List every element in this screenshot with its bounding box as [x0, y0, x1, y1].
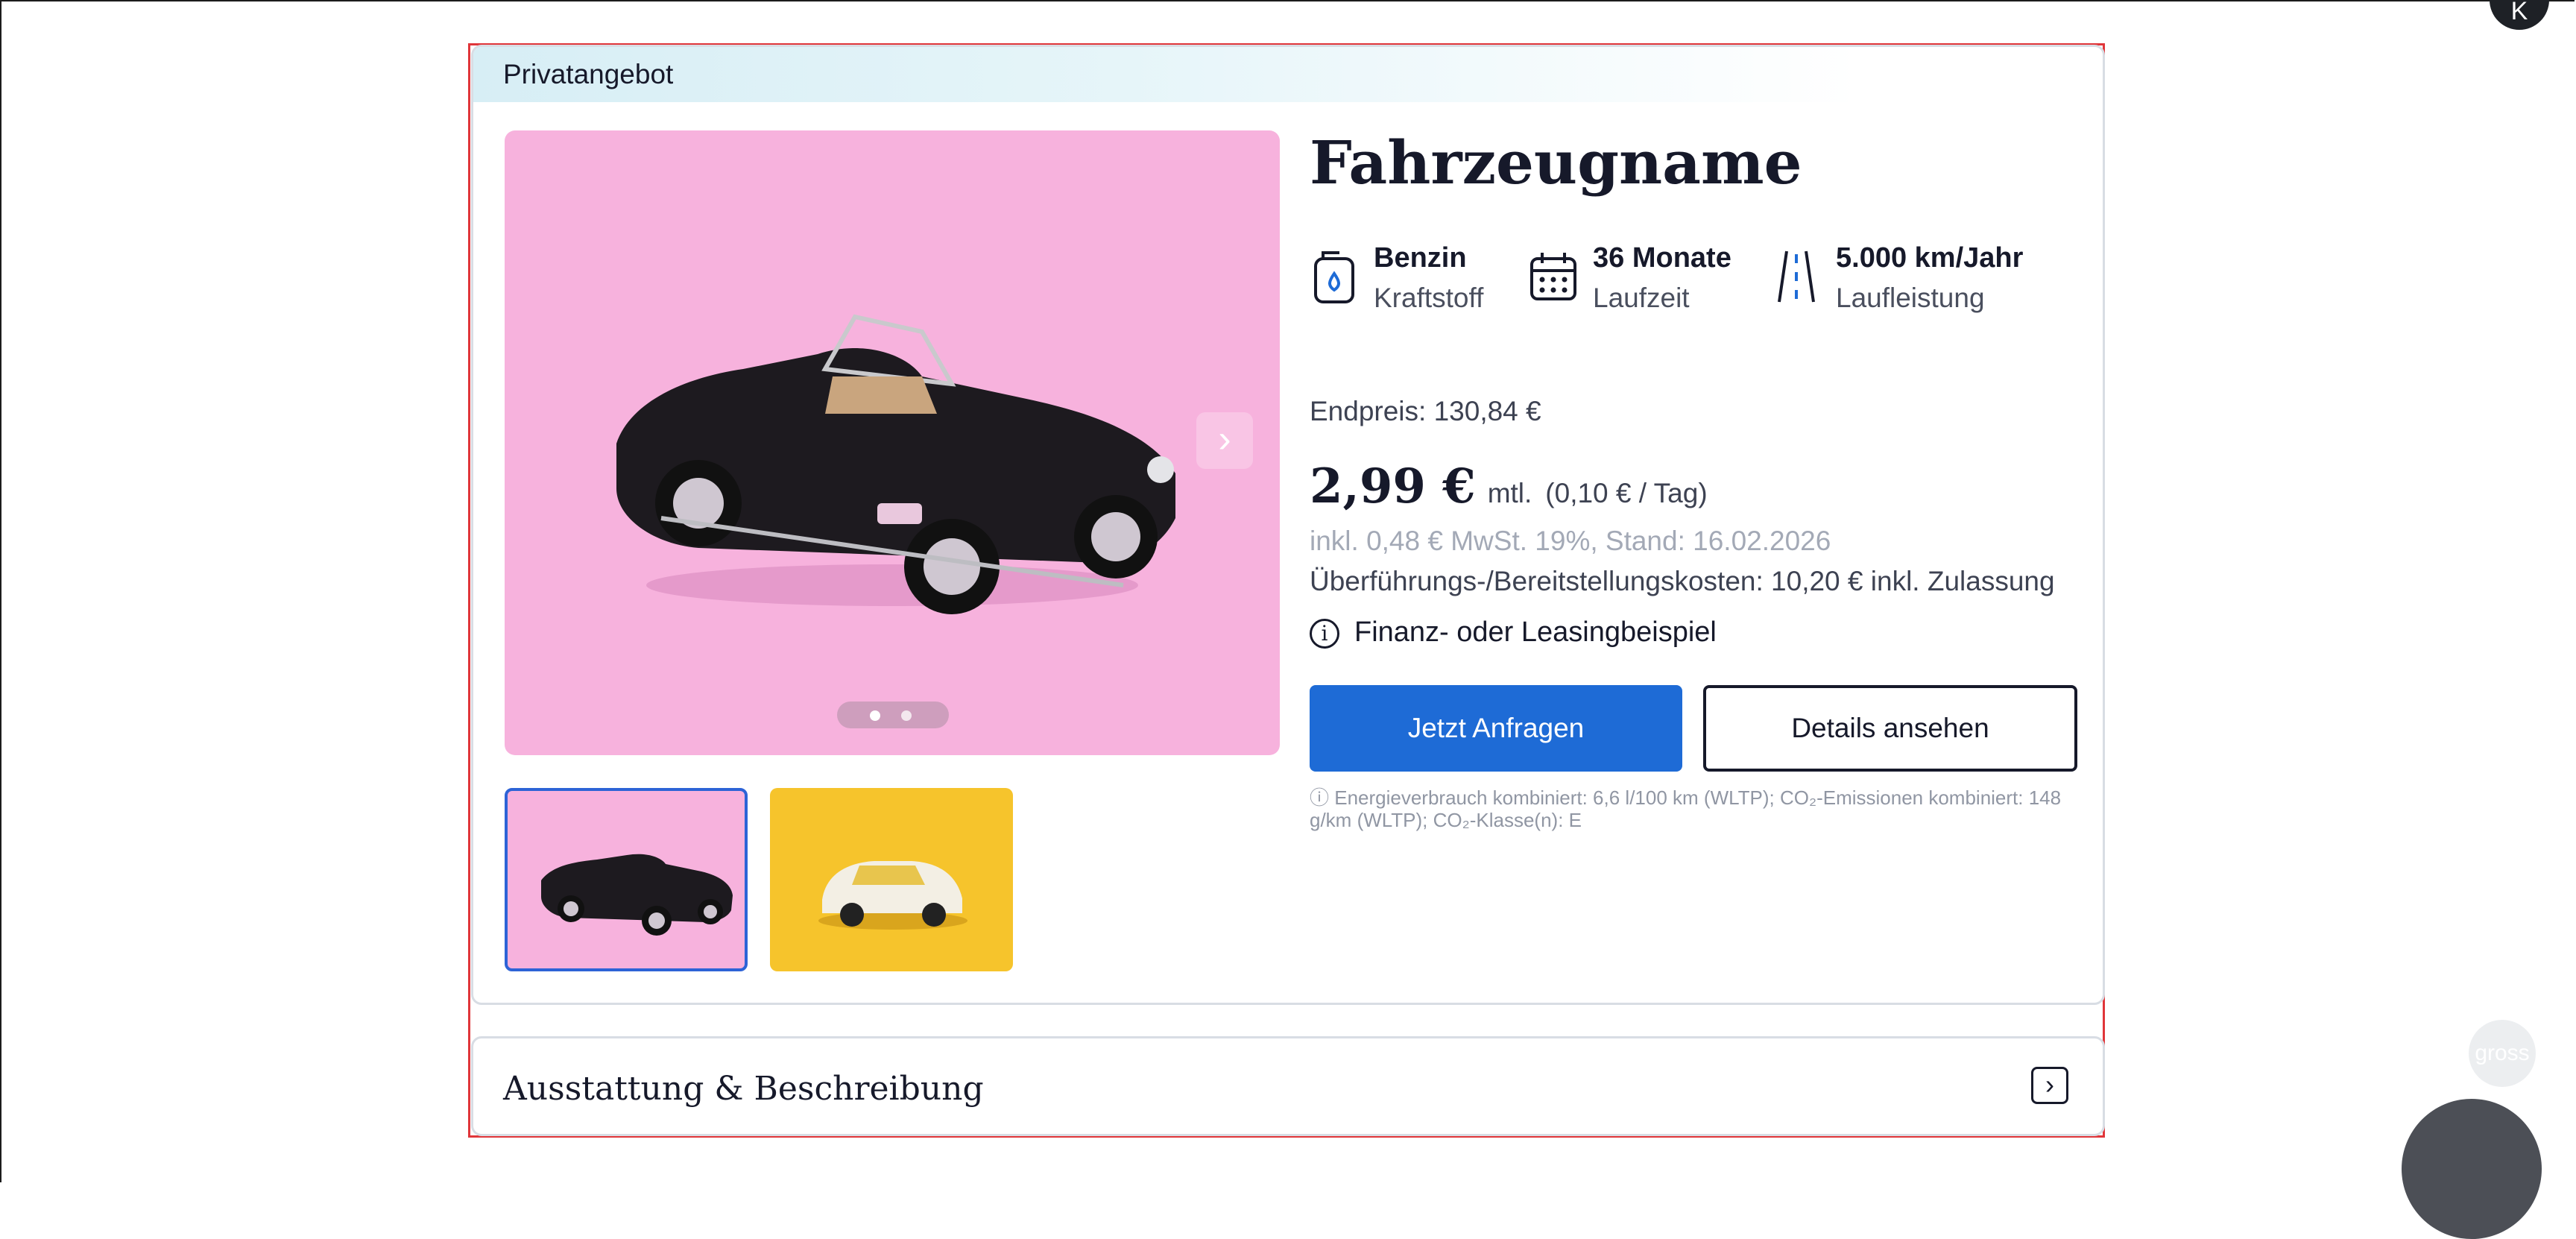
floating-action-button[interactable]: [2402, 1099, 2542, 1239]
monthly-price: 2,99 € mtl. (0,10 € / Tag): [1310, 458, 1708, 514]
main-vehicle-image[interactable]: ›: [505, 130, 1280, 755]
thumbnail-convertible-image: [541, 854, 733, 936]
view-details-button[interactable]: Details ansehen: [1703, 685, 2077, 772]
vat-note: inkl. 0,48 € MwSt. 19%, Stand: 16.02.202…: [1310, 526, 1831, 556]
spec-mileage-value: 5.000 km/Jahr: [1836, 242, 2024, 274]
transfer-costs: Überführungs-/Bereitstellungskosten: 10,…: [1310, 566, 2055, 596]
spec-mileage-label: Laufleistung: [1836, 283, 1985, 313]
gross-badge[interactable]: gross: [2469, 1020, 2536, 1087]
equipment-description-accordion[interactable]: Ausstattung & Beschreibung ›: [471, 1036, 2105, 1136]
carousel-dot-2[interactable]: [901, 710, 912, 721]
road-icon: [1778, 250, 1815, 303]
final-price: Endpreis: 130,84 €: [1310, 396, 1541, 426]
thumbnail-1[interactable]: [505, 788, 748, 971]
energy-consumption-note: ⓘ Energieverbrauch kombiniert: 6,6 l/100…: [1310, 786, 2062, 831]
vehicle-title: Fahrzeugname: [1310, 127, 1802, 198]
fuel-can-icon: [1314, 251, 1354, 303]
offer-type-banner: Privatangebot: [473, 47, 2103, 102]
spec-duration-value: 36 Monate: [1593, 242, 1731, 274]
thumbnail-compact-car-image: [818, 861, 967, 930]
carousel-indicator: [837, 702, 949, 728]
next-image-button[interactable]: ›: [1196, 412, 1253, 469]
finance-example-label: Finanz- oder Leasingbeispiel: [1354, 617, 1717, 648]
offer-type-label: Privatangebot: [503, 59, 674, 89]
carousel-dot-1[interactable]: [870, 710, 880, 721]
monthly-price-amount: 2,99 €: [1310, 458, 1476, 514]
info-icon: i: [1310, 618, 1339, 649]
spec-fuel-label: Kraftstoff: [1374, 283, 1484, 313]
calendar-icon: [1530, 253, 1576, 300]
daily-price: (0,10 € / Tag): [1545, 478, 1708, 508]
spec-duration-label: Laufzeit: [1593, 283, 1690, 313]
request-now-button[interactable]: Jetzt Anfragen: [1310, 685, 1682, 772]
chevron-right-icon[interactable]: ›: [2031, 1067, 2068, 1104]
thumbnail-2[interactable]: [770, 788, 1013, 971]
spec-fuel-value: Benzin: [1374, 242, 1467, 274]
car-image-convertible: [616, 314, 1175, 614]
monthly-price-suffix: mtl.: [1487, 478, 1532, 508]
vehicle-offer-card: Privatangebot › Fahrzeugname Benzin Kraf…: [471, 45, 2105, 1005]
finance-example-link[interactable]: i Finanz- oder Leasingbeispiel: [1310, 617, 1717, 649]
accordion-title: Ausstattung & Beschreibung: [503, 1070, 984, 1108]
